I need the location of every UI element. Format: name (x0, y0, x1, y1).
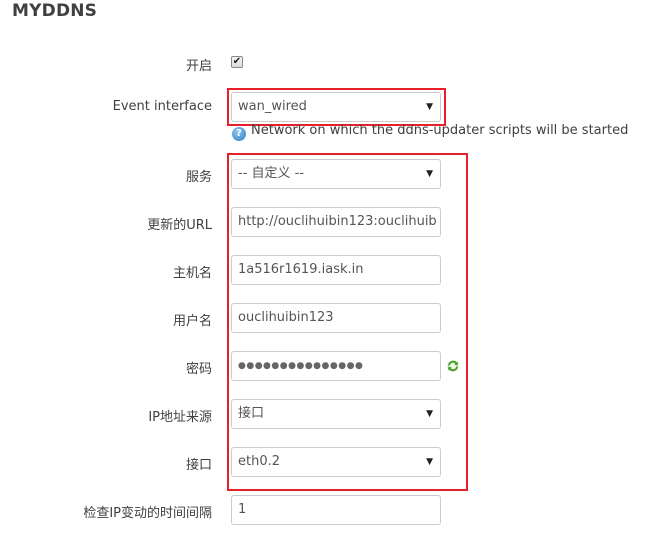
username-label: 用户名 (172, 314, 212, 329)
ip-source-label: IP地址来源 (148, 410, 212, 425)
password-label: 密码 (185, 362, 212, 377)
event-interface-hint-text: Network on which the ddns-updater script… (251, 123, 629, 138)
enable-label: 开启 (185, 59, 212, 74)
highlight-box-service-settings (227, 153, 468, 491)
event-interface-label: Event interface (112, 99, 212, 114)
check-interval-label: 检查IP变动的时间间隔 (83, 506, 212, 521)
check-interval-input[interactable]: 1 (231, 495, 441, 525)
help-icon: ? (232, 127, 246, 141)
update-url-label: 更新的URL (147, 218, 212, 233)
event-interface-hint: ? Network on which the ddns-updater scrip… (232, 123, 628, 141)
section-title: MYDDNS (12, 1, 98, 21)
service-label: 服务 (185, 170, 212, 185)
highlight-box-event-interface (227, 88, 446, 126)
enable-checkbox[interactable]: ✔ (231, 56, 243, 68)
hostname-label: 主机名 (172, 266, 212, 281)
interface-label: 接口 (185, 458, 212, 473)
